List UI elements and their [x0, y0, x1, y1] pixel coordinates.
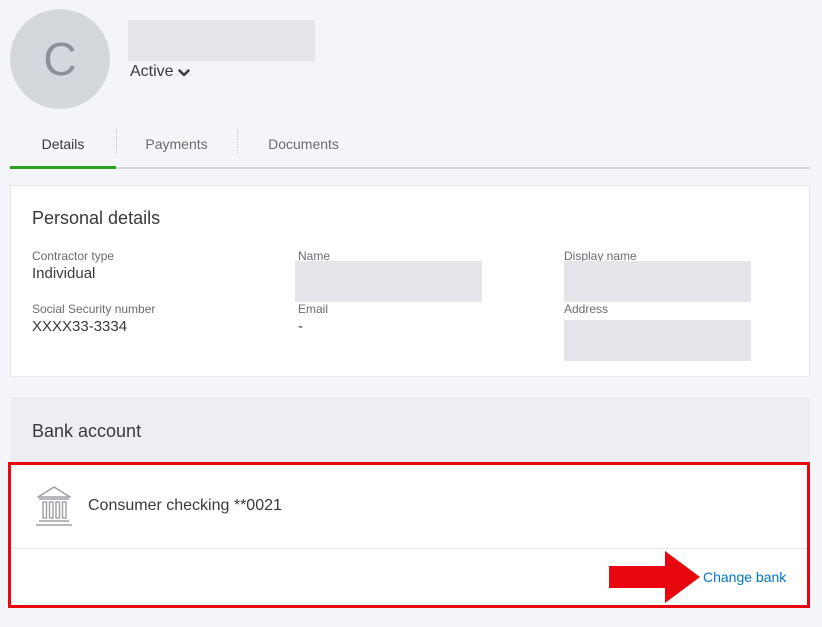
contractor-type-value: Individual	[32, 265, 96, 282]
tab-payments-label: Payments	[145, 135, 208, 152]
tab-documents-label: Documents	[268, 135, 339, 152]
tab-details-label: Details	[41, 135, 85, 152]
tab-payments[interactable]: Payments	[116, 120, 237, 167]
name-value-redacted	[295, 261, 482, 302]
section-title: Bank account	[32, 421, 142, 441]
tab-details[interactable]: Details	[10, 120, 116, 169]
address-label: Address	[564, 302, 609, 316]
address-value-redacted	[564, 320, 751, 361]
change-bank-link[interactable]: Change bank	[703, 569, 786, 585]
arrow-right-icon	[609, 551, 701, 603]
ssn-value: XXXX33-3334	[32, 318, 128, 335]
status-dropdown[interactable]: Active	[130, 63, 190, 81]
ssn-label: Social Security number	[32, 302, 156, 316]
display-name-value-redacted	[564, 261, 751, 302]
personal-details-card: Personal details Contractor type Individ…	[10, 185, 810, 377]
bank-icon	[34, 485, 74, 527]
bank-account-row: Consumer checking **0021	[11, 465, 807, 549]
tab-bar: Details Payments Documents	[10, 120, 810, 169]
avatar: C	[10, 9, 110, 109]
contractor-type-label: Contractor type	[32, 249, 115, 263]
contractor-header: C Active	[0, 0, 822, 120]
status-label: Active	[130, 63, 174, 80]
avatar-initial: C	[43, 33, 77, 85]
email-value: -	[298, 318, 303, 335]
chevron-down-icon	[177, 66, 190, 78]
contractor-name-redacted	[128, 20, 315, 61]
email-label: Email	[298, 302, 329, 316]
bank-account-name: Consumer checking **0021	[88, 497, 282, 514]
section-title: Personal details	[32, 208, 161, 228]
bank-account-highlight: Consumer checking **0021 Change bank	[8, 462, 810, 608]
tab-documents[interactable]: Documents	[237, 120, 370, 167]
bank-account-header: Bank account	[10, 397, 810, 463]
